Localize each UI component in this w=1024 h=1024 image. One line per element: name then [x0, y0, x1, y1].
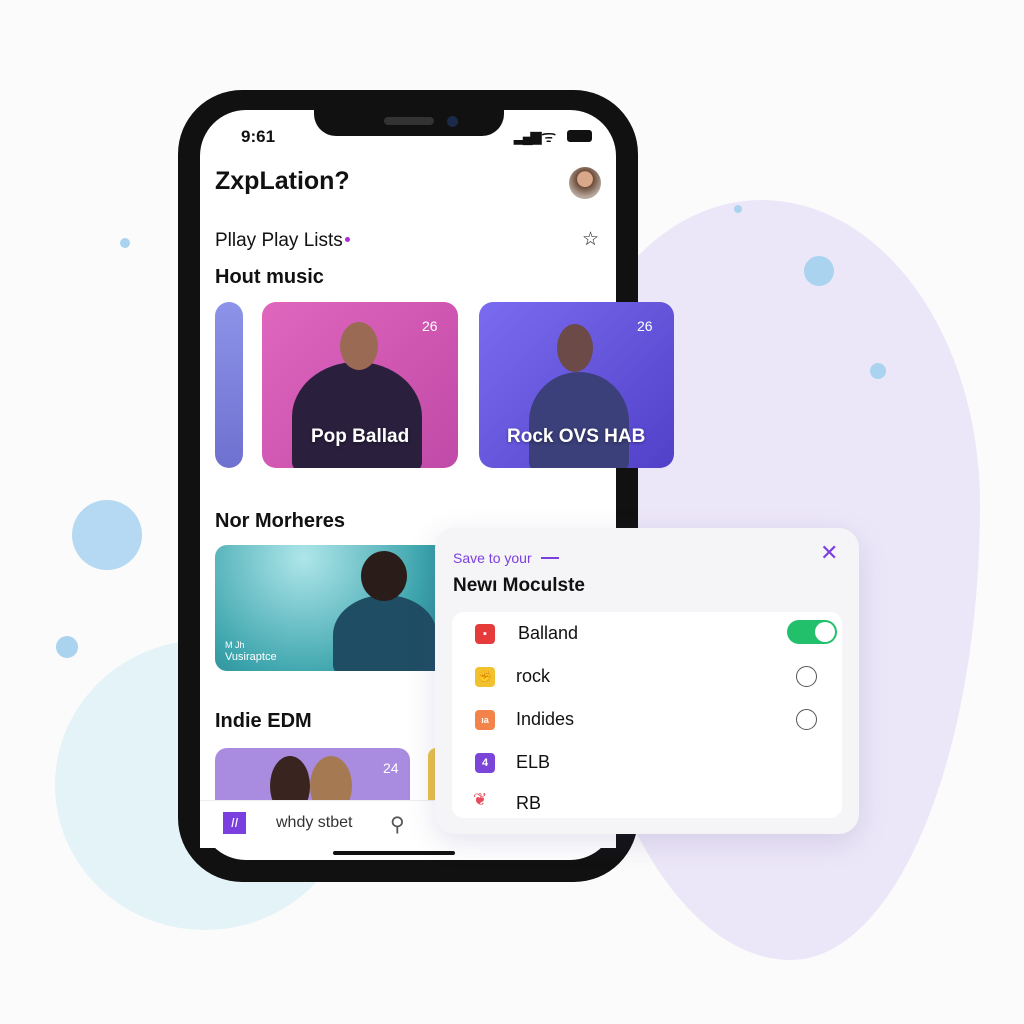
decor-dot	[870, 363, 886, 379]
signal-icon: ▂▄▆	[514, 128, 541, 144]
playlist-card-partial[interactable]	[215, 302, 243, 468]
option-label: RB	[516, 793, 542, 813]
section-title-playlists: Pllay Play Lists	[215, 230, 343, 251]
card-photo	[292, 362, 422, 468]
modal-eyebrow: Save to your	[453, 550, 532, 566]
card-label: Pop Ballad	[311, 426, 410, 447]
chart-icon: ıa	[475, 710, 495, 730]
card-label: Rock OVS HAB	[507, 426, 646, 447]
app-title: ZxpLation?	[215, 167, 350, 195]
radio-button[interactable]	[796, 709, 817, 730]
option-row-balland[interactable]: ▪ Balland	[452, 612, 842, 655]
status-time: 9:61	[241, 127, 276, 146]
section-subtitle: Hout music	[215, 266, 324, 288]
indie-card[interactable]: 24	[215, 748, 410, 808]
card-caption: M Jh	[225, 640, 245, 650]
decor-dot	[804, 256, 834, 286]
toggle-switch[interactable]	[787, 620, 837, 644]
card-photo	[529, 372, 629, 468]
section-title-3: Indie EDM	[215, 710, 312, 732]
number-4-icon: 4	[475, 753, 495, 773]
decor-dot	[56, 636, 78, 658]
camera	[447, 116, 458, 127]
now-playing-label: whdy stbet	[276, 814, 353, 831]
playlist-card-pop-ballad[interactable]: Pop Ballad 26	[262, 302, 458, 468]
option-row-rb[interactable]: ❦ RB	[452, 784, 842, 818]
option-row-elb[interactable]: 4 ELB	[452, 741, 842, 784]
card-count: 26	[422, 318, 438, 334]
notification-dot	[345, 237, 350, 242]
close-icon[interactable]: ✕	[820, 540, 838, 566]
heart-leaf-icon: ❦	[473, 790, 488, 809]
option-label: Balland	[518, 623, 579, 643]
dash-icon	[541, 557, 559, 559]
star-icon[interactable]: ☆	[582, 228, 599, 251]
home-indicator[interactable]	[333, 851, 455, 855]
search-icon[interactable]: ⚲	[390, 812, 405, 837]
card-count: 24	[383, 760, 399, 776]
pause-icon[interactable]: II	[223, 812, 246, 834]
speaker	[384, 117, 434, 125]
card-photo-face	[557, 324, 593, 372]
playlist-card-rock[interactable]: Rock OVS HAB 26	[479, 302, 674, 468]
decor-dot	[72, 500, 142, 570]
card-caption: Vusiraptce	[225, 651, 277, 663]
avatar[interactable]	[569, 167, 601, 199]
battery-icon	[567, 130, 592, 142]
featured-card[interactable]: M Jh Vusiraptce	[215, 545, 437, 671]
modal-title: Newı Moculste	[453, 575, 585, 596]
fist-icon: ✊	[475, 667, 495, 687]
card-photo-face	[361, 551, 407, 601]
card-photo	[333, 595, 437, 671]
decor-dot	[734, 205, 742, 213]
option-row-rock[interactable]: ✊ rock	[452, 655, 842, 698]
option-label: rock	[516, 666, 551, 686]
card-photo-face	[340, 322, 378, 370]
option-label: Indides	[516, 709, 575, 729]
bookmark-icon: ▪	[475, 624, 495, 644]
radio-button[interactable]	[796, 666, 817, 687]
wifi-icon: ᯤ	[541, 127, 557, 146]
option-label: ELB	[516, 752, 551, 772]
decor-dot	[120, 238, 130, 248]
option-row-indides[interactable]: ıa Indides	[452, 698, 842, 741]
card-count: 26	[637, 318, 653, 334]
section-title-2: Nor Morheres	[215, 510, 346, 532]
